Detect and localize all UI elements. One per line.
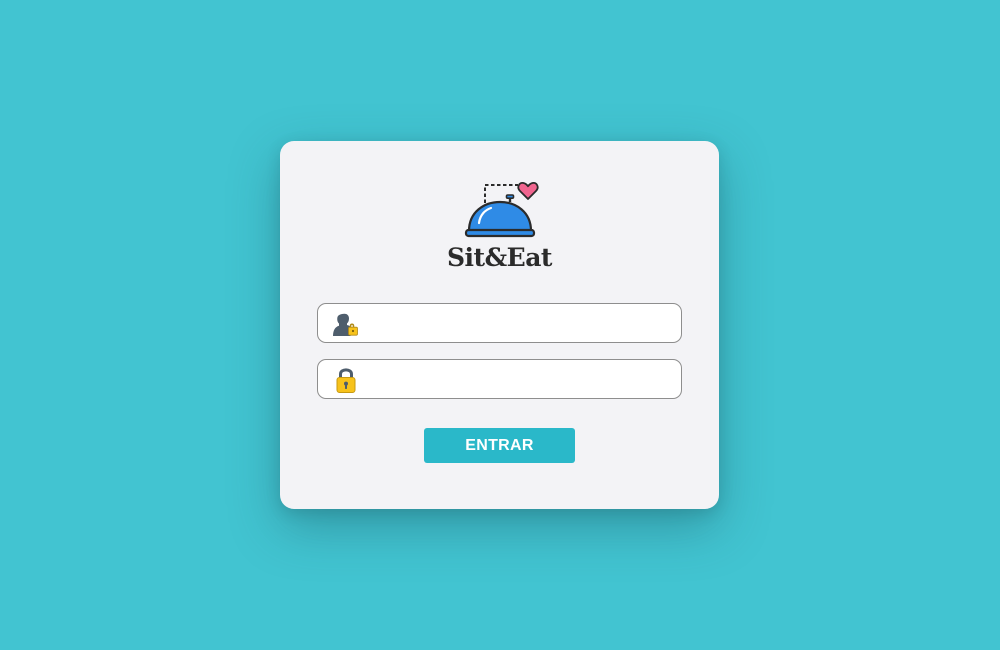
login-card: Sit&Eat ENTRAR: [280, 141, 719, 509]
brand-name: Sit&Eat: [447, 243, 552, 272]
username-field[interactable]: [317, 303, 682, 343]
username-input[interactable]: [368, 304, 668, 342]
page-background: Sit&Eat ENTRAR: [0, 0, 1000, 650]
login-submit-button[interactable]: ENTRAR: [424, 428, 575, 463]
padlock-icon: [336, 368, 356, 393]
cloche-bell-heart-icon: [464, 182, 539, 238]
brand-logo: Sit&Eat: [280, 179, 719, 279]
password-input[interactable]: [368, 360, 668, 398]
user-lock-icon: [333, 313, 358, 336]
password-field[interactable]: [317, 359, 682, 399]
